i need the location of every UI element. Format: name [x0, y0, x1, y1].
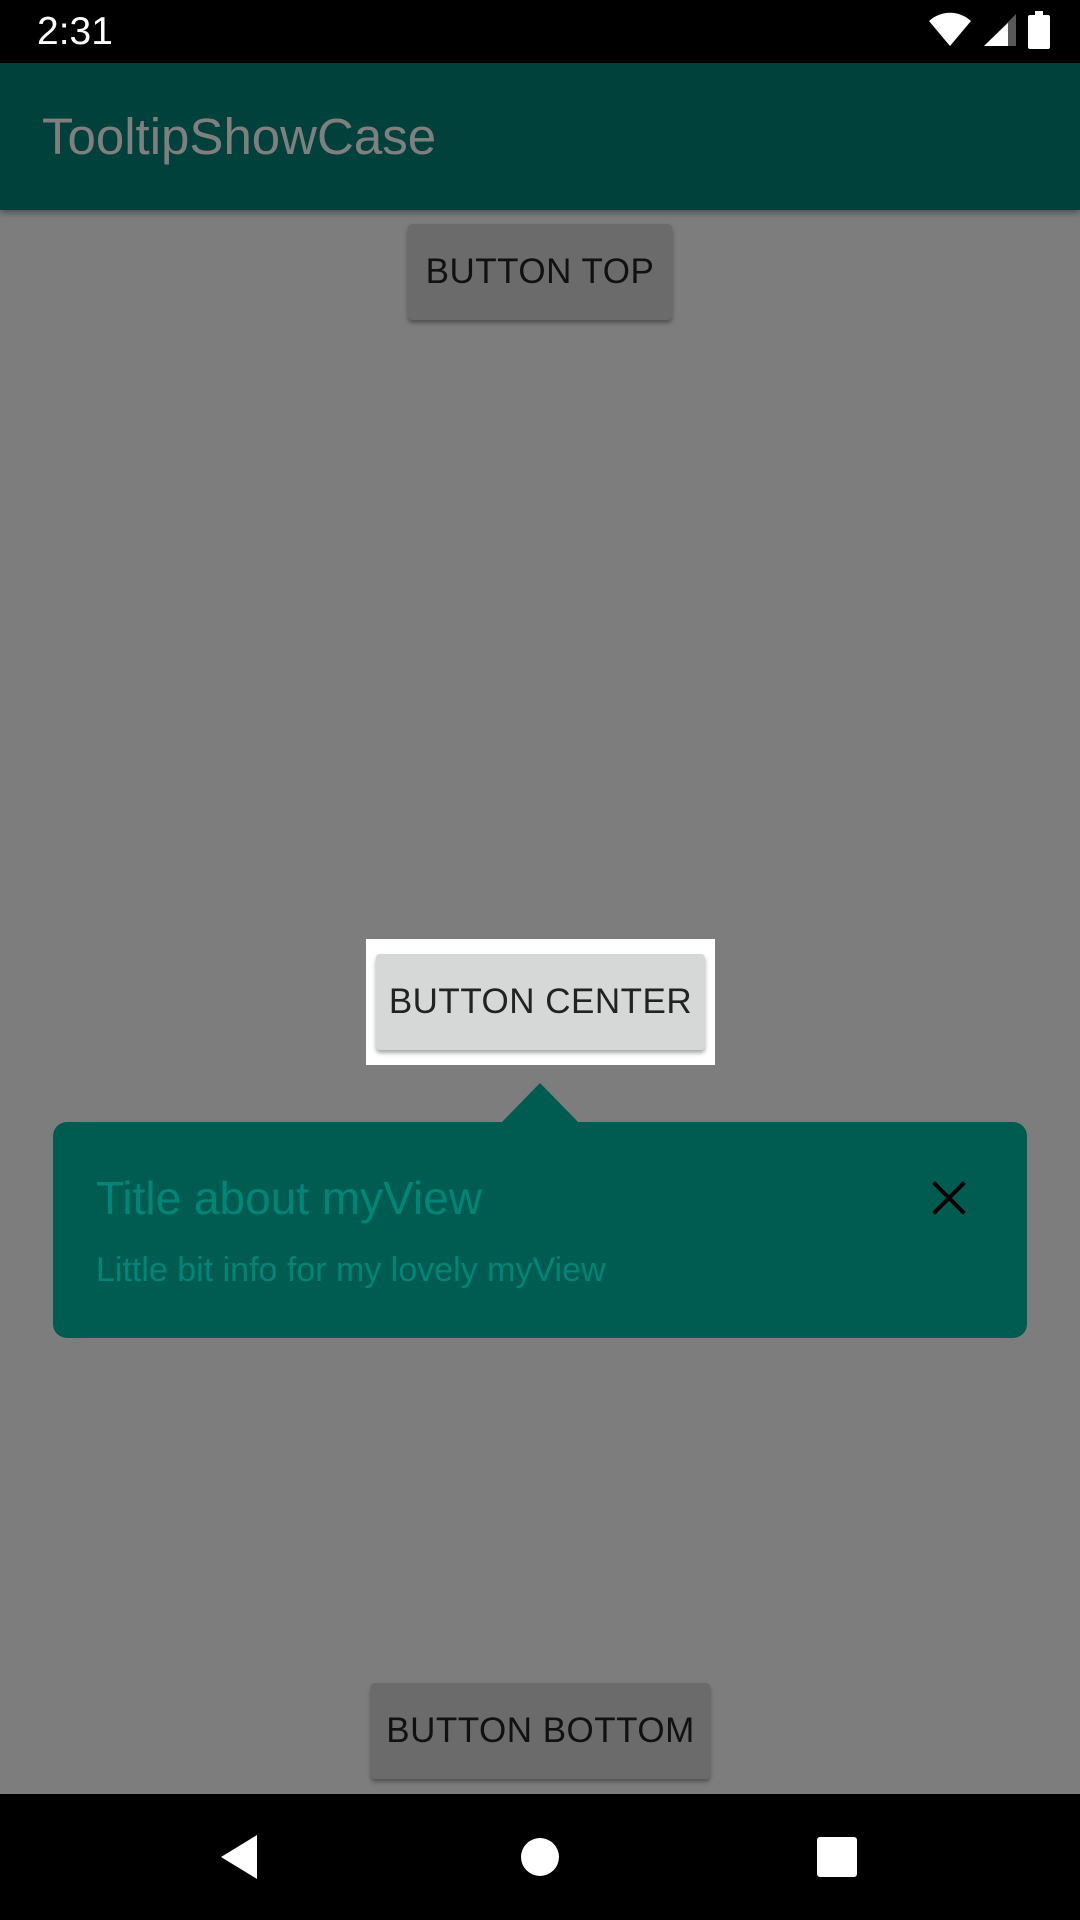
cell-signal-icon — [982, 12, 1018, 53]
status-icons — [928, 10, 1050, 54]
tooltip-description: Little bit info for my lovely myView — [96, 1251, 606, 1289]
button-center[interactable]: BUTTON CENTER — [376, 954, 705, 1050]
back-icon[interactable] — [206, 1824, 272, 1890]
status-bar: 2:31 — [0, 0, 1080, 63]
tooltip-arrow — [501, 1083, 579, 1123]
home-icon[interactable] — [507, 1824, 573, 1890]
close-icon[interactable] — [925, 1174, 973, 1222]
tooltip-title: Title about myView — [96, 1172, 483, 1224]
wifi-icon — [928, 12, 972, 53]
tooltip: Title about myView Little bit info for m… — [53, 1122, 1027, 1338]
spotlight-highlight: BUTTON CENTER — [366, 939, 715, 1065]
showcase-overlay[interactable] — [0, 63, 1080, 1794]
nav-bar — [0, 1794, 1080, 1920]
battery-icon — [1028, 10, 1050, 54]
status-time: 2:31 — [37, 10, 113, 53]
recents-icon[interactable] — [804, 1824, 870, 1890]
screen: 2:31 TooltipShowCase — [0, 0, 1080, 1920]
